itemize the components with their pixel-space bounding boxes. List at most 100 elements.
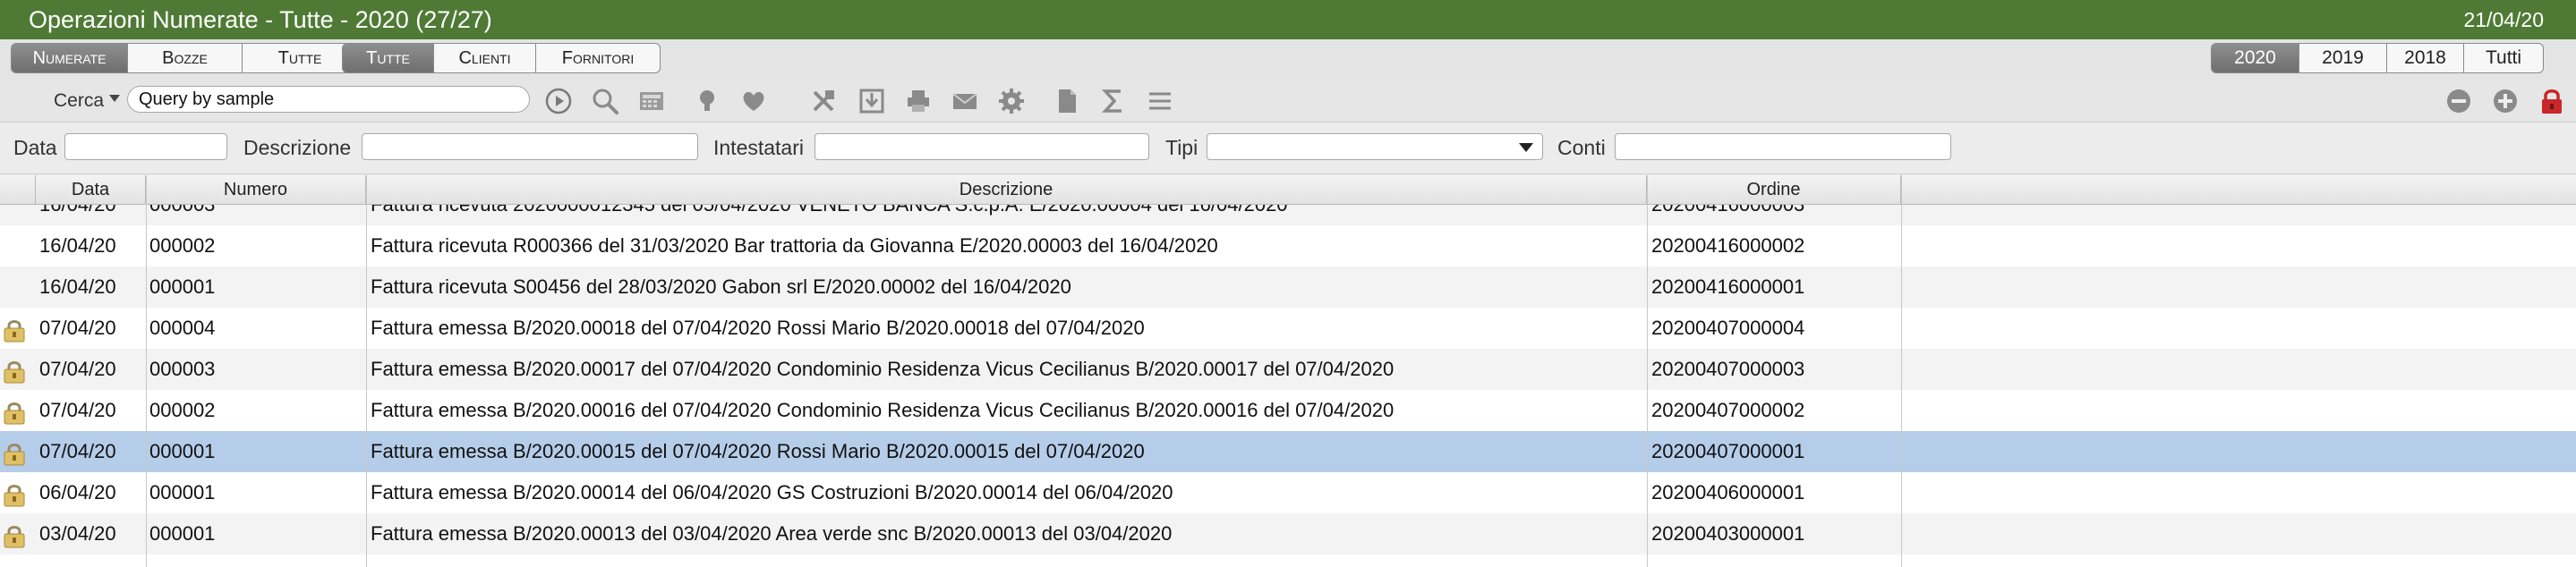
column-divider xyxy=(366,175,367,567)
table-row[interactable]: 16/04/20 000001 Fattura ricevuta S00456 de… xyxy=(0,267,2576,308)
seg-clienti[interactable]: Clienti xyxy=(434,44,536,72)
cell-numero: 000001 xyxy=(149,275,216,298)
sigma-icon[interactable] xyxy=(1099,87,1128,115)
filter-tipi-label: Tipi xyxy=(1165,136,1198,159)
column-header-numero[interactable]: Numero xyxy=(146,175,366,204)
cell-numero: 000001 xyxy=(149,481,216,504)
cell-numero: 000003 xyxy=(149,358,216,380)
cell-descrizione: Fattura ricevuta R000366 del 31/03/2020 … xyxy=(371,234,1218,257)
cell-ordine: 20200416000002 xyxy=(1651,234,1805,257)
mail-icon[interactable] xyxy=(951,87,979,115)
filter-conti-input[interactable] xyxy=(1615,133,1951,160)
lightbulb-icon[interactable] xyxy=(693,87,721,115)
cell-ordine: 20200406000001 xyxy=(1651,481,1805,504)
table-row[interactable]: 07/04/20 000004 Fattura emessa B/2020.0001… xyxy=(0,308,2576,349)
filter-descrizione-input[interactable] xyxy=(362,133,698,160)
heart-icon[interactable] xyxy=(739,87,768,115)
menu-icon[interactable] xyxy=(1146,87,1174,115)
cell-data: 07/04/20 xyxy=(39,317,116,339)
cell-data: 16/04/20 xyxy=(39,234,116,257)
column-divider xyxy=(1647,175,1648,567)
gear-icon[interactable] xyxy=(997,87,1026,115)
padlock-icon xyxy=(3,400,26,425)
seg-year-2020[interactable]: 2020 xyxy=(2212,44,2299,72)
print-icon[interactable] xyxy=(904,87,933,115)
current-date: 21/04/20 xyxy=(2463,7,2544,31)
cell-numero: 000003 xyxy=(149,205,363,225)
padlock-icon xyxy=(3,523,26,548)
cell-descrizione: Fattura emessa B/2020.00015 del 07/04/20… xyxy=(371,440,1145,462)
filter-intestatari-label: Intestatari xyxy=(713,136,804,159)
table-row[interactable]: 06/04/20 000001 Fattura emessa B/2020.0001… xyxy=(0,472,2576,513)
cell-descrizione: Fattura emessa B/2020.00018 del 07/04/20… xyxy=(371,317,1145,339)
column-header-data[interactable]: Data xyxy=(36,175,146,204)
table-body: 16/04/20 000003 Fattura ricevuta 202000001… xyxy=(0,205,2576,567)
filter-data-input[interactable] xyxy=(64,133,227,160)
filter-conti-label: Conti xyxy=(1557,136,1606,159)
column-header-descrizione[interactable]: Descrizione xyxy=(366,175,1647,204)
filter-intestatari-input[interactable] xyxy=(815,133,1149,160)
cell-ordine: 20200407000003 xyxy=(1651,358,1805,380)
cell-data: 07/04/20 xyxy=(39,440,116,462)
padlock-icon xyxy=(3,359,26,384)
cell-numero: 000002 xyxy=(149,234,216,257)
cell-descrizione: Fattura ricevuta 2020000012345 del 05/04… xyxy=(371,205,1642,225)
download-icon[interactable] xyxy=(857,87,886,115)
column-divider xyxy=(1901,175,1902,567)
status-segmented-control: Numerate Bozze Tutte xyxy=(11,43,358,73)
cell-ordine: 20200407000001 xyxy=(1651,440,1805,462)
cell-descrizione: Fattura emessa B/2020.00016 del 07/04/20… xyxy=(371,399,1395,421)
title-bar: Operazioni Numerate - Tutte - 2020 (27/2… xyxy=(0,0,2576,39)
table-row[interactable]: 16/04/20 000002 Fattura ricevuta R000366 d… xyxy=(0,225,2576,267)
seg-year-tutti[interactable]: Tutti xyxy=(2464,44,2543,72)
cell-numero: 000001 xyxy=(149,522,216,545)
magnifier-icon[interactable] xyxy=(591,87,619,115)
padlock-icon xyxy=(3,441,26,466)
column-divider xyxy=(146,175,147,567)
seg-year-2018[interactable]: 2018 xyxy=(2387,44,2464,72)
cell-ordine: 20200407000002 xyxy=(1651,399,1805,421)
seg-bozze[interactable]: Bozze xyxy=(128,44,243,72)
cell-descrizione: Fattura emessa B/2020.00014 del 06/04/20… xyxy=(371,481,1173,504)
seg-fornitori[interactable]: Fornitori xyxy=(536,44,660,72)
table-row[interactable]: 03/04/20 000001 Fattura emessa B/2020.0001… xyxy=(0,513,2576,554)
padlock-icon xyxy=(3,482,26,507)
cell-ordine: 20200416000001 xyxy=(1651,275,1805,298)
lock-icon[interactable] xyxy=(2538,87,2566,115)
table-row[interactable]: 07/04/20 000003 Fattura emessa B/2020.0001… xyxy=(0,349,2576,390)
play-circle-icon[interactable] xyxy=(544,87,573,115)
filter-data-label: Data xyxy=(13,136,57,159)
filter-tipi-select[interactable] xyxy=(1207,133,1543,160)
remove-circle-icon[interactable] xyxy=(2444,87,2473,115)
cell-data: 03/04/20 xyxy=(39,522,116,545)
table-row[interactable]: 16/04/20000003 Fattura ricevuta 202000001… xyxy=(0,205,2576,225)
calculator-icon[interactable] xyxy=(637,87,666,115)
cell-numero: 000004 xyxy=(149,317,216,339)
cell-descrizione: Fattura emessa B/2020.00017 del 07/04/20… xyxy=(371,358,1395,380)
seg-year-2019[interactable]: 2019 xyxy=(2299,44,2387,72)
cell-descrizione: Fattura ricevuta S00456 del 28/03/2020 G… xyxy=(371,275,1071,298)
cell-ordine: 20200416000003 xyxy=(1651,205,1900,225)
search-label[interactable]: Cerca xyxy=(54,90,104,112)
seg-tutte-tipo[interactable]: Tutte xyxy=(343,44,434,72)
cell-numero: 000001 xyxy=(149,440,216,462)
column-header-ordine[interactable]: Ordine xyxy=(1647,175,1901,204)
table-row[interactable]: 07/04/20 000001 Fattura emessa B/2020.0001… xyxy=(0,431,2576,472)
column-header-icon[interactable] xyxy=(0,175,36,204)
document-icon[interactable] xyxy=(1053,87,1081,115)
cell-ordine: 20200403000001 xyxy=(1651,522,1805,545)
excel-export-icon[interactable] xyxy=(809,87,838,115)
cell-ordine: 20200407000004 xyxy=(1651,317,1805,339)
window-title: Operazioni Numerate - Tutte - 2020 (27/2… xyxy=(29,5,492,33)
search-input[interactable] xyxy=(127,86,530,113)
seg-numerate[interactable]: Numerate xyxy=(12,44,128,72)
chevron-down-icon xyxy=(1519,143,1533,152)
seg-tutte-stato[interactable]: Tutte xyxy=(243,44,357,72)
cell-numero: 000002 xyxy=(149,399,216,421)
search-dropdown-arrow-icon[interactable] xyxy=(109,95,120,102)
table-row[interactable]: 07/04/20 000002 Fattura emessa B/2020.0001… xyxy=(0,390,2576,431)
padlock-icon xyxy=(3,317,26,343)
cell-data: 06/04/20 xyxy=(39,481,116,504)
filter-descrizione-label: Descrizione xyxy=(243,136,352,159)
add-circle-icon[interactable] xyxy=(2491,87,2520,115)
